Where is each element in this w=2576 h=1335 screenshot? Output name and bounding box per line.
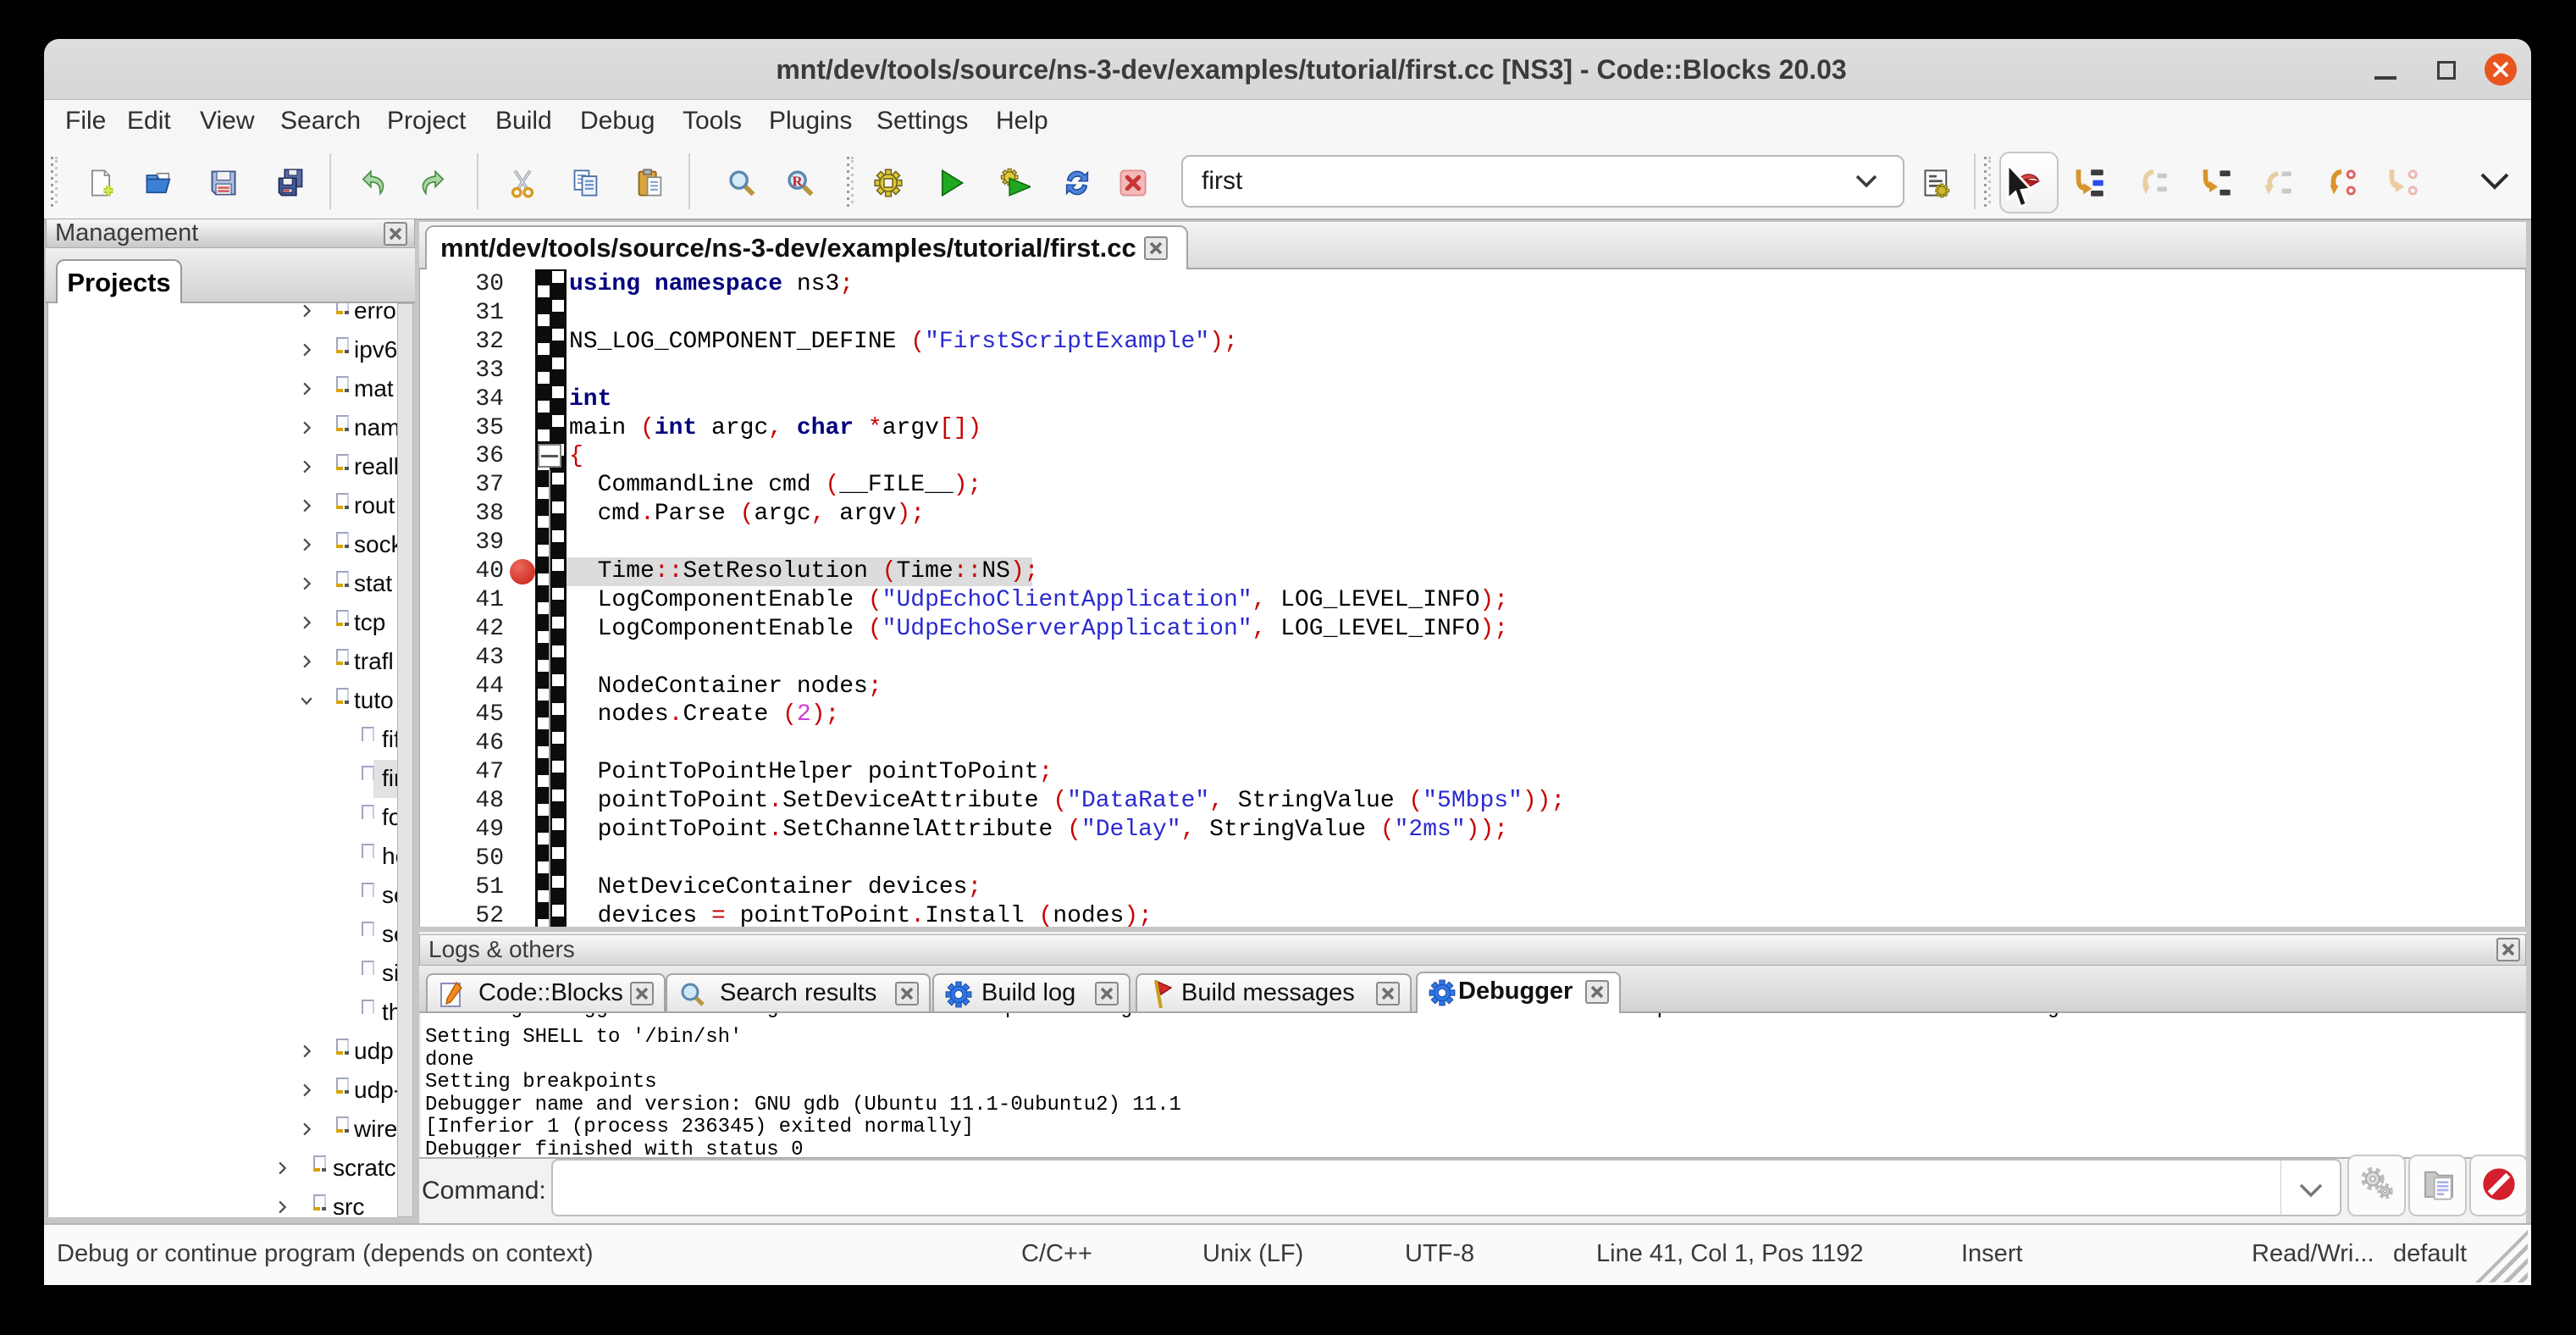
svg-text:R: R	[793, 173, 804, 189]
